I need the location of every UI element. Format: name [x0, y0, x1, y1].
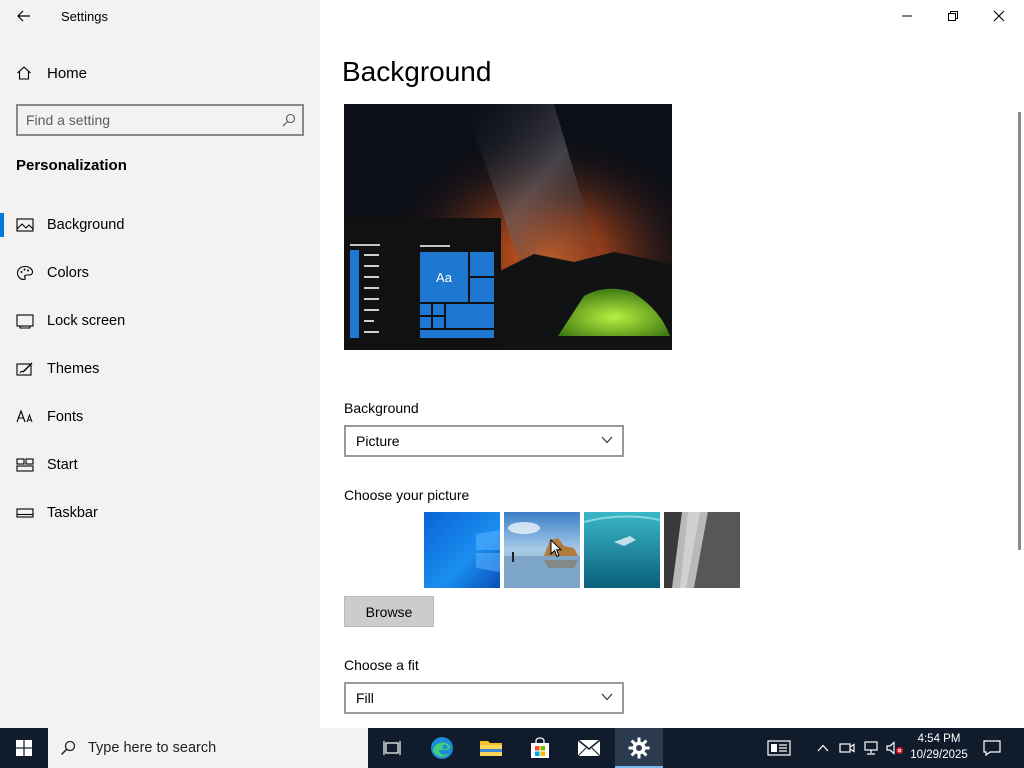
sidebar-item-label: Taskbar: [47, 505, 98, 521]
sidebar-item-label: Start: [47, 457, 78, 473]
search-icon: [60, 740, 76, 756]
background-type-dropdown[interactable]: Picture: [344, 425, 624, 457]
network-button[interactable]: [860, 728, 882, 768]
picture-thumbnail-2[interactable]: [424, 512, 500, 588]
mail-taskbar-button[interactable]: [565, 728, 613, 768]
sidebar-item-themes[interactable]: Themes: [0, 349, 320, 389]
task-view-button[interactable]: [368, 728, 416, 768]
taskbar-clock[interactable]: 4:54 PM 10/29/2025: [906, 731, 972, 763]
palette-icon: [16, 265, 34, 281]
start-tiles-icon: [16, 458, 34, 472]
scrollbar[interactable]: [1018, 112, 1021, 550]
underwater-wallpaper-image: [584, 512, 660, 588]
settings-taskbar-button[interactable]: [615, 728, 663, 768]
sidebar-item-colors[interactable]: Colors: [0, 253, 320, 293]
mail-envelope-icon: [577, 739, 601, 757]
search-icon[interactable]: [282, 113, 296, 127]
picture-thumbnail-5[interactable]: [664, 512, 740, 588]
minimize-button[interactable]: [884, 0, 930, 32]
volume-button[interactable]: [884, 728, 906, 768]
page-title: Background: [342, 56, 492, 87]
sidebar-item-lock-screen[interactable]: Lock screen: [0, 301, 320, 341]
restore-button[interactable]: [930, 0, 976, 32]
close-icon: [993, 10, 1005, 22]
file-explorer-taskbar-button[interactable]: [467, 728, 515, 768]
sidebar-item-label: Home: [47, 65, 88, 82]
action-center-button[interactable]: [978, 728, 1006, 768]
fonts-icon: [16, 409, 33, 423]
picture-icon: [16, 218, 34, 232]
window-controls: [884, 0, 1024, 32]
chevron-down-icon: [601, 693, 613, 701]
sidebar-item-label: Lock screen: [47, 313, 126, 329]
choose-picture-label: Choose your picture: [344, 487, 470, 503]
network-icon: [864, 741, 878, 755]
preview-wallpaper-image: Aa: [344, 104, 672, 350]
restore-icon: [948, 11, 958, 21]
windows-logo-icon: [16, 740, 32, 756]
meet-now-icon: [839, 743, 855, 753]
clock-time: 4:54 PM: [917, 733, 961, 745]
chevron-up-icon: [817, 744, 829, 752]
home-icon: [17, 66, 31, 80]
sidebar-item-taskbar[interactable]: Taskbar: [0, 493, 320, 533]
sidebar-item-background[interactable]: Background: [0, 205, 320, 245]
dropdown-value: Picture: [356, 433, 400, 449]
meet-now-button[interactable]: [836, 728, 858, 768]
picture-thumbnail-1[interactable]: [344, 512, 420, 588]
lock-screen-icon: [16, 314, 34, 329]
minimize-icon: [902, 15, 912, 17]
titlebar-left: Settings: [0, 0, 320, 32]
store-bag-icon: [531, 737, 549, 758]
store-taskbar-button[interactable]: [516, 728, 564, 768]
windows-blue-wallpaper-image: [424, 512, 500, 588]
taskbar-search-box[interactable]: Type here to search: [48, 728, 368, 768]
sidebar-item-home[interactable]: Home: [0, 58, 320, 88]
choose-fit-label: Choose a fit: [344, 657, 419, 673]
sidebar-item-label: Fonts: [47, 409, 84, 425]
active-indicator: [0, 213, 4, 237]
close-button[interactable]: [976, 0, 1022, 32]
taskbar-search-placeholder: Type here to search: [88, 740, 217, 756]
preview-tile-text: Aa: [436, 270, 453, 285]
app-title: Settings: [61, 9, 108, 24]
sidebar-item-label: Themes: [47, 361, 100, 377]
start-button[interactable]: [0, 728, 48, 768]
settings-sidebar: Settings Home Personalization Background…: [0, 0, 320, 728]
mouse-cursor-icon: [550, 539, 562, 558]
background-type-label: Background: [344, 400, 419, 416]
sidebar-item-start[interactable]: Start: [0, 445, 320, 485]
news-widget-button[interactable]: [760, 728, 798, 768]
sidebar-item-fonts[interactable]: Fonts: [0, 397, 320, 437]
rock-cliff-wallpaper-image: [664, 512, 740, 588]
dropdown-value: Fill: [356, 690, 374, 706]
picture-thumbnail-4[interactable]: [584, 512, 660, 588]
desktop-preview: Aa: [344, 104, 672, 350]
edge-taskbar-button[interactable]: [418, 728, 466, 768]
picture-thumbnail-3[interactable]: [504, 512, 580, 588]
themes-brush-icon: [16, 362, 33, 376]
show-hidden-icons-button[interactable]: [812, 728, 834, 768]
taskbar: Type here to search 4:54 PM 10/29/2025: [0, 728, 1024, 768]
news-icon: [767, 740, 791, 756]
back-arrow-icon: [17, 10, 30, 22]
folder-icon: [480, 741, 502, 756]
section-title: Personalization: [16, 157, 127, 174]
volume-muted-icon: [886, 741, 903, 755]
settings-gear-icon: [628, 737, 650, 759]
sidebar-item-label: Colors: [47, 265, 89, 281]
chevron-down-icon: [601, 436, 613, 444]
taskbar-icon: [16, 508, 34, 518]
browse-button[interactable]: Browse: [344, 596, 434, 627]
notification-icon: [983, 740, 1001, 756]
task-view-icon: [383, 741, 401, 755]
fit-dropdown[interactable]: Fill: [344, 682, 624, 714]
find-setting-search[interactable]: [16, 104, 304, 136]
find-setting-input[interactable]: [26, 110, 276, 130]
edge-browser-icon: [431, 737, 453, 759]
clock-date: 10/29/2025: [910, 749, 968, 761]
sidebar-item-label: Background: [47, 217, 125, 233]
back-button[interactable]: [8, 4, 40, 28]
beach-rock-wallpaper-image: [504, 512, 580, 588]
